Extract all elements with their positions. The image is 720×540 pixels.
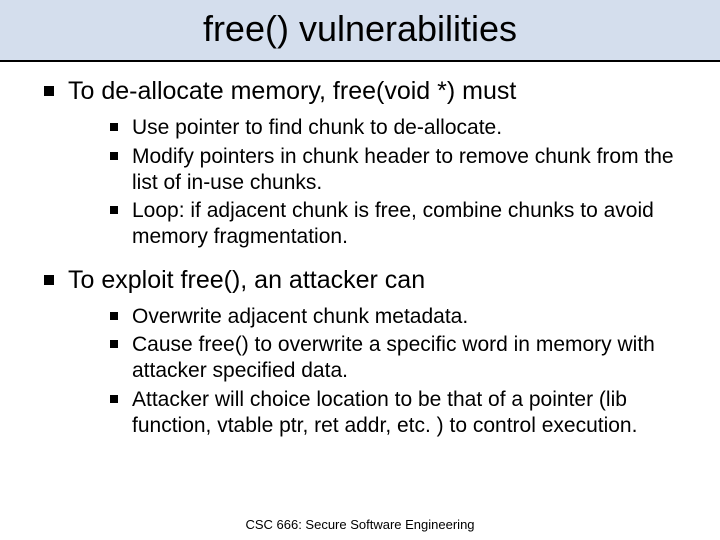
list-item-label: Loop: if adjacent chunk is free, combine… <box>132 199 654 248</box>
list-item: Use pointer to find chunk to de-allocate… <box>110 115 696 141</box>
square-bullet-icon <box>44 86 54 96</box>
square-bullet-icon <box>110 123 118 131</box>
bullet-list: To de-allocate memory, free(void *) must… <box>24 76 696 439</box>
list-item-label: To de-allocate memory, free(void *) must <box>68 77 516 105</box>
slide-footer: CSC 666: Secure Software Engineering <box>0 517 720 532</box>
slide-body: To de-allocate memory, free(void *) must… <box>0 62 720 439</box>
slide-title: free() vulnerabilities <box>0 8 720 50</box>
square-bullet-icon <box>110 340 118 348</box>
list-item-label: To exploit free(), an attacker can <box>68 266 425 294</box>
square-bullet-icon <box>110 395 118 403</box>
square-bullet-icon <box>110 206 118 214</box>
list-item: Loop: if adjacent chunk is free, combine… <box>110 198 696 251</box>
square-bullet-icon <box>110 152 118 160</box>
title-bar: free() vulnerabilities <box>0 0 720 62</box>
list-item: Overwrite adjacent chunk metadata. <box>110 304 696 330</box>
list-item-label: Attacker will choice location to be that… <box>132 388 637 437</box>
square-bullet-icon <box>44 275 54 285</box>
list-item: To exploit free(), an attacker can Overw… <box>44 265 696 440</box>
square-bullet-icon <box>110 312 118 320</box>
list-item: Attacker will choice location to be that… <box>110 387 696 440</box>
list-item-label: Overwrite adjacent chunk metadata. <box>132 305 468 328</box>
sub-bullet-list: Overwrite adjacent chunk metadata. Cause… <box>68 304 696 439</box>
list-item-label: Modify pointers in chunk header to remov… <box>132 145 674 194</box>
list-item-label: Use pointer to find chunk to de-allocate… <box>132 116 502 139</box>
sub-bullet-list: Use pointer to find chunk to de-allocate… <box>68 115 696 250</box>
list-item: To de-allocate memory, free(void *) must… <box>44 76 696 251</box>
list-item: Cause free() to overwrite a specific wor… <box>110 332 696 385</box>
list-item: Modify pointers in chunk header to remov… <box>110 144 696 197</box>
list-item-label: Cause free() to overwrite a specific wor… <box>132 333 655 382</box>
